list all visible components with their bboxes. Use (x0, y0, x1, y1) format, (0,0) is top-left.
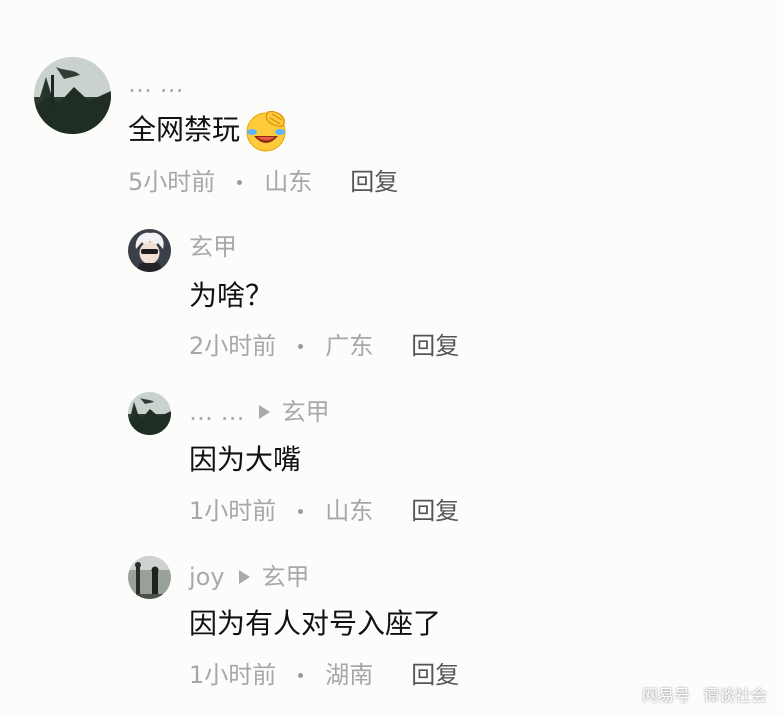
comment-text: 因为有人对号入座了 (189, 607, 441, 641)
reply-arrow-icon (238, 570, 250, 584)
comment-info: 1小时前 湖南 回复 (189, 661, 459, 689)
watermark: 网易号 谭谈社会 (642, 682, 767, 706)
watermark-account: 谭谈社会 (702, 686, 767, 705)
comment-location: 湖南 (325, 661, 374, 689)
separator-dot (298, 672, 304, 678)
comment-4: joy 玄甲 因为有人对号入座了 1小时前 湖南 回复 (0, 0, 783, 700)
author-name[interactable]: joy (189, 563, 225, 591)
avatar[interactable] (128, 556, 171, 599)
comment-text-content: 因为有人对号入座了 (189, 607, 442, 640)
watermark-brand: 网易号 (641, 686, 690, 705)
comment-time: 1小时前 (189, 661, 277, 689)
watermark-divider (695, 686, 697, 702)
reply-button[interactable]: 回复 (411, 661, 459, 689)
comment-author: joy 玄甲 (189, 563, 310, 591)
reply-to-name[interactable]: 玄甲 (262, 563, 310, 591)
